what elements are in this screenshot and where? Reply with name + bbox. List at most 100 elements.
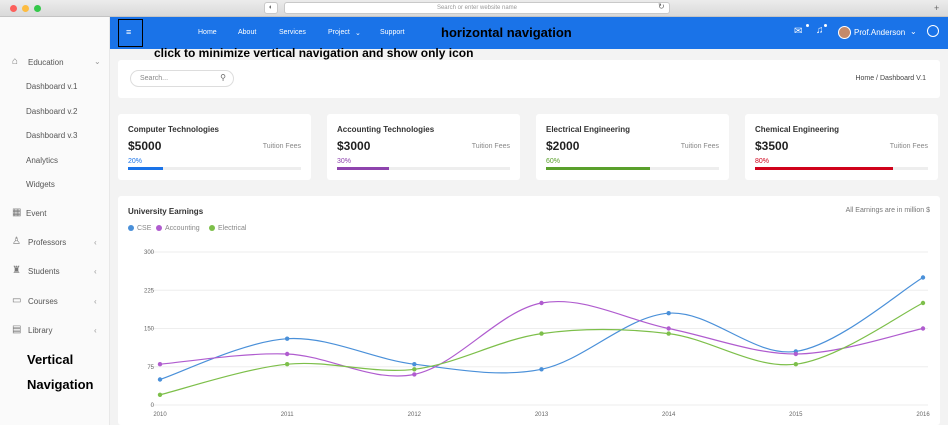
fee-card-title: Chemical Engineering <box>755 125 840 134</box>
browser-chrome: ◐ Search or enter website name ↻ + <box>0 0 948 17</box>
chevron-down-icon[interactable]: ⌄ <box>355 29 361 37</box>
data-point-cse <box>284 336 290 341</box>
data-point-electrical <box>284 362 290 367</box>
vertical-navigation: ⌂ Education ⌄ Dashboard v.1 Dashboard v.… <box>0 17 110 425</box>
fee-card-amount: $3500 <box>755 139 789 153</box>
y-tick-label: 225 <box>144 288 155 294</box>
fee-card-percent: 80% <box>755 158 770 165</box>
data-point-cse <box>666 311 671 316</box>
chevron-down-icon[interactable]: ⌄ <box>94 57 101 66</box>
chevron-left-icon[interactable]: ‹ <box>94 326 97 335</box>
fee-card-percent: 30% <box>337 158 352 165</box>
nav-project[interactable]: Project <box>328 29 350 36</box>
sidebar-item-library[interactable]: Library <box>28 326 52 335</box>
chevron-left-icon[interactable]: ‹ <box>94 238 97 247</box>
close-window-icon[interactable] <box>10 5 17 12</box>
y-tick-label: 150 <box>144 327 155 333</box>
y-tick-label: 75 <box>147 365 154 371</box>
nav-about[interactable]: About <box>238 29 256 36</box>
data-point-cse <box>539 367 544 372</box>
x-tick-label: 2010 <box>153 412 167 418</box>
data-point-accounting <box>284 351 290 357</box>
professor-icon: ♙ <box>12 236 21 247</box>
horizontal-navigation: ≡ Home About Services Project ⌄ Support … <box>110 17 948 49</box>
data-point-electrical <box>666 331 671 336</box>
chevron-left-icon[interactable]: ‹ <box>94 297 97 306</box>
hamburger-icon: ≡ <box>126 27 132 37</box>
fee-progress-fill <box>546 167 650 170</box>
data-point-electrical <box>412 367 417 372</box>
annotation-minimize: click to minimize vertical navigation an… <box>154 46 474 60</box>
mail-icon[interactable]: ✉ <box>794 26 802 37</box>
home-icon: ⌂ <box>12 56 19 67</box>
bell-icon[interactable]: ♫ <box>816 25 824 36</box>
minimize-window-icon[interactable] <box>22 5 29 12</box>
y-tick-label: 0 <box>151 403 155 409</box>
x-tick-label: 2015 <box>789 412 803 418</box>
annotation-vertical: Vertical <box>27 352 74 367</box>
search-icon[interactable]: ⚲ <box>220 73 226 82</box>
calendar-icon: ▦ <box>12 207 22 218</box>
x-tick-label: 2016 <box>916 412 930 418</box>
fee-card-title: Computer Technologies <box>128 125 219 134</box>
bell-badge <box>824 24 827 27</box>
fee-card-amount: $2000 <box>546 139 580 153</box>
fee-card: Electrical Engineering $2000 Tuition Fee… <box>536 114 729 180</box>
breadcrumb: Home / Dashboard V.1 <box>855 75 926 82</box>
user-name[interactable]: Prof.Anderson <box>854 28 905 37</box>
search-placeholder: Search... <box>140 75 169 82</box>
fee-progress-track <box>546 167 719 170</box>
fee-card-label: Tuition Fees <box>680 143 719 150</box>
sidebar-item-widgets[interactable]: Widgets <box>26 180 55 189</box>
search-box[interactable]: Search... ⚲ <box>130 70 234 87</box>
data-point-accounting <box>412 372 417 377</box>
reload-icon[interactable]: ↻ <box>658 2 665 11</box>
sidebar-item-analytics[interactable]: Analytics <box>26 156 58 165</box>
fee-card-title: Accounting Technologies <box>337 125 435 134</box>
fee-card: Accounting Technologies $3000 Tuition Fe… <box>327 114 520 180</box>
sidebar-item-event[interactable]: Event <box>26 209 46 218</box>
data-point-cse <box>412 362 417 367</box>
sidebar-item-students[interactable]: Students <box>28 267 60 276</box>
new-tab-icon[interactable]: + <box>934 3 939 13</box>
fee-card-amount: $5000 <box>128 139 162 153</box>
sidebar-item-dashboard-v3[interactable]: Dashboard v.3 <box>26 131 77 140</box>
sidebar-item-professors[interactable]: Professors <box>28 238 66 247</box>
sidebar-item-courses[interactable]: Courses <box>28 297 58 306</box>
data-point-electrical <box>793 362 799 367</box>
fee-progress-fill <box>128 167 163 170</box>
address-bar[interactable]: Search or enter website name <box>284 2 670 14</box>
data-point-accounting <box>539 300 544 306</box>
fee-card-title: Electrical Engineering <box>546 125 631 134</box>
data-point-electrical <box>920 300 926 306</box>
nav-support[interactable]: Support <box>380 29 405 36</box>
nav-home[interactable]: Home <box>198 29 217 36</box>
fee-card: Computer Technologies $5000 Tuition Fees… <box>118 114 311 180</box>
avatar[interactable] <box>838 26 851 39</box>
fee-card-label: Tuition Fees <box>471 143 510 150</box>
menu-toggle-button[interactable]: ≡ <box>118 19 143 47</box>
mail-badge <box>806 24 809 27</box>
fee-card-percent: 60% <box>546 158 561 165</box>
fee-card-amount: $3000 <box>337 139 371 153</box>
privacy-icon[interactable]: ◐ <box>264 2 278 14</box>
chevron-down-icon[interactable]: ⌄ <box>910 27 917 36</box>
sidebar-item-dashboard-v2[interactable]: Dashboard v.2 <box>26 107 77 116</box>
address-placeholder: Search or enter website name <box>436 5 518 11</box>
data-point-electrical <box>157 392 163 397</box>
series-line-accounting <box>159 301 924 377</box>
sidebar-item-education[interactable]: Education <box>28 58 64 67</box>
sidebar-item-dashboard-v1[interactable]: Dashboard v.1 <box>26 82 77 91</box>
annotation-navigation: Navigation <box>27 377 94 392</box>
data-point-accounting <box>666 326 671 331</box>
data-point-accounting <box>920 326 926 331</box>
y-tick-label: 300 <box>144 250 155 256</box>
nav-services[interactable]: Services <box>279 29 306 36</box>
fee-progress-track <box>337 167 510 170</box>
data-point-cse <box>157 377 163 382</box>
x-tick-label: 2012 <box>408 412 422 418</box>
maximize-window-icon[interactable] <box>34 5 41 12</box>
chevron-left-icon[interactable]: ‹ <box>94 267 97 276</box>
settings-icon[interactable] <box>927 25 939 37</box>
earnings-card: University Earnings All Earnings are in … <box>118 196 940 425</box>
